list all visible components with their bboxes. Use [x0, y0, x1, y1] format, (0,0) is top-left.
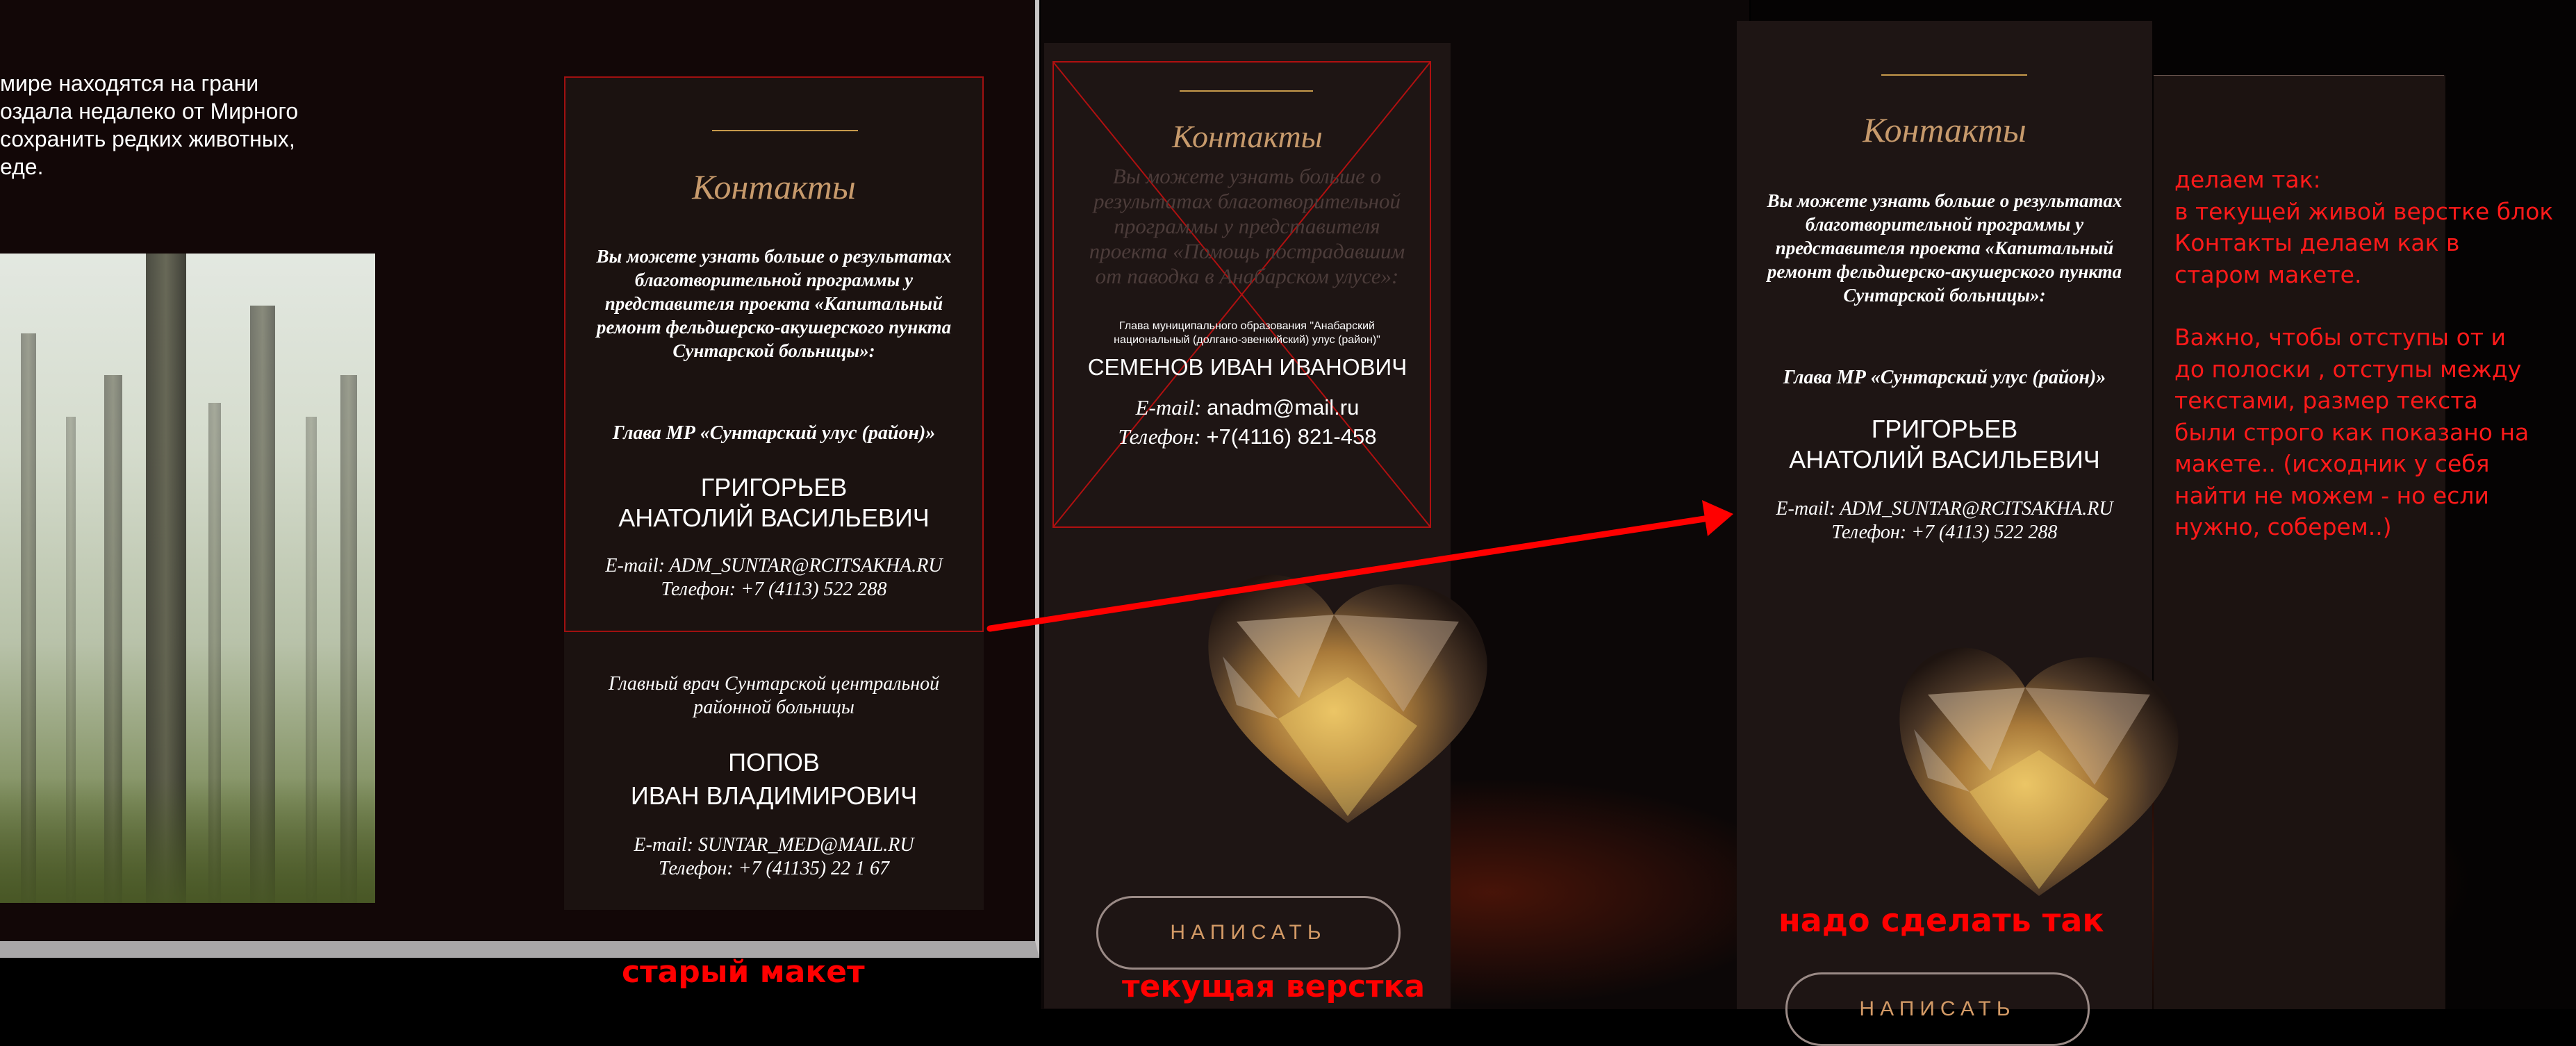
phone-text: Телефон: +7 (4113) 522 288	[1831, 522, 2058, 543]
caption-current-layout: текущая верстка	[1122, 969, 1426, 1004]
name-line: АНАТОЛИЙ ВАСИЛЬЕВИЧ	[618, 504, 930, 532]
person-name: СЕМЕНОВ ИВАН ИВАНОВИЧ	[1087, 354, 1407, 380]
contacts-description: Вы можете узнать больше о результатах бл…	[1089, 164, 1405, 288]
contacts-description: Вы можете узнать больше о результатах бл…	[1767, 190, 2122, 306]
note-line: нужно, соберем..)	[2174, 513, 2392, 540]
note-line: Важно, чтобы отступы от и	[2174, 324, 2506, 351]
write-button[interactable]: НАПИСАТЬ	[1096, 896, 1401, 970]
phone-link[interactable]: +7(4116) 821-458	[1206, 424, 1376, 449]
contacts-title: Контакты	[1863, 110, 2026, 149]
forest-photo	[0, 254, 375, 903]
note-line: делаем так:	[2174, 166, 2321, 193]
person-contacts: E-mail: anadm@mail.ru Телефон: +7(4116) …	[1044, 393, 1451, 451]
name-line: ГРИГОРЬЕВ	[1871, 415, 2018, 443]
caption-desired-layout: надо сделать так	[1778, 902, 2104, 939]
title-divider	[1881, 74, 2027, 76]
intro-text: мире находятся на грани оздала недалеко …	[0, 69, 327, 181]
contacts-title: Контакты	[1172, 119, 1323, 154]
intro-line: еде.	[0, 154, 44, 179]
side-divider	[2154, 75, 2444, 76]
phone-text: Телефон: +7 (41135) 22 1 67	[658, 858, 890, 879]
phone-label: Телефон:	[1118, 424, 1201, 449]
person-role: Глава муниципального образования "Анабар…	[1114, 320, 1380, 346]
note-spacer	[2174, 290, 2570, 322]
person-name: ГРИГОРЬЕВ АНАТОЛИЙ ВАСИЛЬЕВИЧ	[1737, 414, 2152, 475]
title-divider	[712, 130, 858, 131]
person-contacts: E-mail: ADM_SUNTAR@RCITSAKHA.RU Телефон:…	[1737, 497, 2152, 545]
phone-text: Телефон: +7 (4113) 522 288	[661, 579, 887, 600]
note-line: Контакты делаем как в	[2174, 229, 2460, 256]
name-line: АНАТОЛИЙ ВАСИЛЬЕВИЧ	[1789, 445, 2100, 474]
email-link[interactable]: anadm@mail.ru	[1207, 395, 1359, 420]
email-text: E-mail: ADM_SUNTAR@RCITSAKHA.RU	[605, 555, 943, 576]
email-text: E-mail: anadm@mail.ru	[1044, 393, 1451, 422]
heart-diamond-image	[1899, 647, 2179, 896]
email-text: E-mail: ADM_SUNTAR@RCITSAKHA.RU	[1776, 498, 2113, 520]
title-divider	[1180, 90, 1313, 92]
note-line: найти не можем - но если	[2174, 481, 2489, 509]
note-line: были строго как показано на	[2174, 418, 2529, 446]
name-line: ГРИГОРЬЕВ	[700, 473, 848, 501]
person-name: ПОПОВ ИВАН ВЛАДИМИРОВИЧ	[564, 746, 984, 813]
caption-old-layout: старый макет	[622, 954, 865, 990]
email-label: E-mail:	[1135, 395, 1202, 420]
person-name: ГРИГОРЬЕВ АНАТОЛИЙ ВАСИЛЬЕВИЧ	[564, 472, 984, 533]
person-role: Главный врач Сунтарской центральной райо…	[608, 673, 940, 718]
note-line: старом макете.	[2174, 260, 2362, 288]
person-role: Глава МР «Сунтарский улус (район)»	[1783, 367, 2106, 388]
contacts-description: Вы можете узнать больше о результатах бл…	[596, 246, 952, 361]
name-line: ПОПОВ	[728, 748, 820, 777]
note-line: в текущей живой верстке блок	[2174, 197, 2554, 225]
red-arrow	[986, 500, 1733, 632]
intro-line: мире находятся на грани	[0, 71, 259, 96]
note-line: до полоски , отступы между	[2174, 355, 2522, 383]
name-line: ИВАН ВЛАДИМИРОВИЧ	[630, 781, 918, 810]
person-contacts: E-mail: SUNTAR_MED@MAIL.RU Телефон: +7 (…	[564, 833, 984, 881]
intro-line: сохранить редких животных,	[0, 126, 295, 151]
person-role: Глава МР «Сунтарский улус (район)»	[612, 422, 936, 444]
note-line: макете.. (исходник у себя	[2174, 450, 2490, 477]
write-button[interactable]: НАПИСАТЬ	[1785, 972, 2090, 1046]
intro-line: оздала недалеко от Мирного	[0, 99, 299, 124]
phone-text: Телефон: +7(4116) 821-458	[1044, 422, 1451, 451]
contacts-title: Контакты	[692, 167, 856, 206]
email-text: E-mail: SUNTAR_MED@MAIL.RU	[634, 834, 914, 856]
note-line: текстами, размер текста	[2174, 387, 2478, 414]
person-contacts: E-mail: ADM_SUNTAR@RCITSAKHA.RU Телефон:…	[564, 554, 984, 601]
annotation-note: делаем так: в текущей живой верстке блок…	[2174, 164, 2570, 543]
